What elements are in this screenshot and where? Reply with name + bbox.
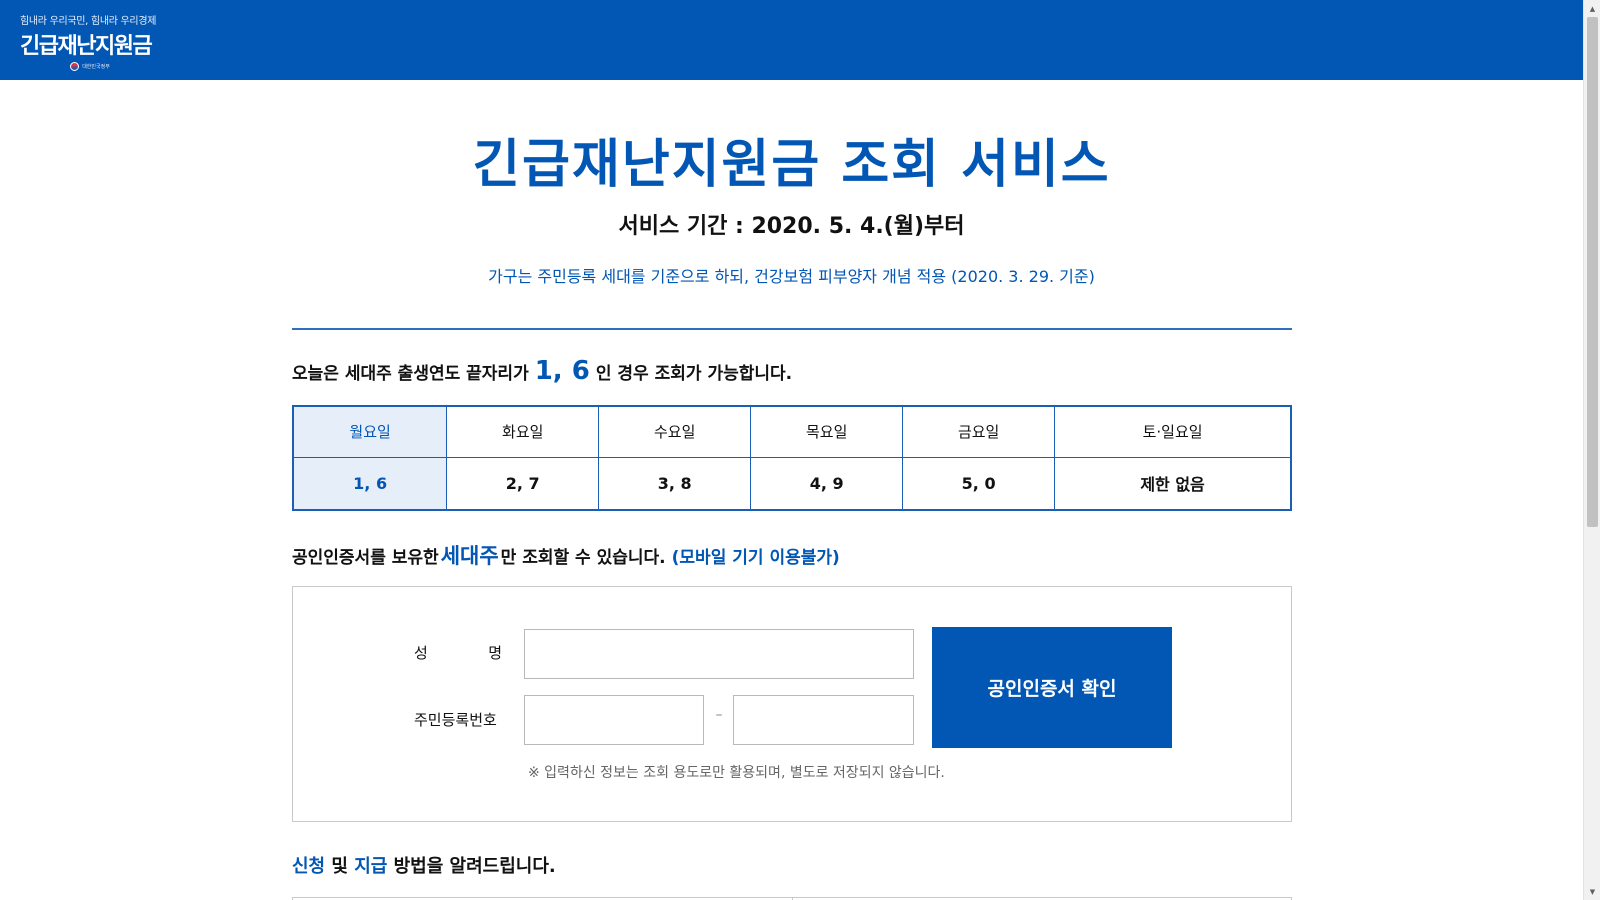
howto-heading: 신청 및 지급 방법을 알려드립니다. (292, 852, 556, 878)
cert-requirement: 공인인증서를 보유한 세대주 만 조회할 수 있습니다. (모바일 기기 이용불… (292, 540, 840, 570)
day-cell-weekend: 토·일요일 (1054, 405, 1292, 458)
howto-word-pay: 지급 (354, 856, 388, 877)
lookup-form: 성 명 주민등록번호 – 공인인증서 확인 ※ 입력하신 정보는 조회 용도로만… (292, 586, 1292, 822)
site-logo[interactable]: 힘내라 우리국민, 힘내라 우리경제 긴급재난지원금 대한민국정부 (20, 12, 160, 71)
cert-highlight: 세대주 (440, 544, 499, 568)
name-label-part1: 성 (414, 644, 428, 662)
digit-cell-weekend: 제한 없음 (1054, 456, 1292, 511)
page: 힘내라 우리국민, 힘내라 우리경제 긴급재난지원금 대한민국정부 긴급재난지원… (0, 0, 1583, 900)
digit-cell-thu: 4, 9 (750, 456, 904, 511)
digit-cell-tue: 2, 7 (446, 456, 600, 511)
howto-word-apply: 신청 (292, 856, 326, 877)
privacy-note: ※ 입력하신 정보는 조회 용도로만 활용되며, 별도로 저장되지 않습니다. (528, 765, 945, 781)
table-row: 월요일 화요일 수요일 목요일 금요일 토·일요일 (292, 405, 1292, 458)
today-suffix: 인 경우 조회가 가능합니다. (595, 364, 793, 384)
today-prefix: 오늘은 세대주 출생연도 끝자리가 (292, 364, 529, 384)
rrn-back-input[interactable] (733, 695, 914, 745)
day-cell-fri: 금요일 (902, 405, 1056, 458)
gov-mark: 대한민국정부 (20, 62, 160, 71)
weekday-schedule-table: 월요일 화요일 수요일 목요일 금요일 토·일요일 1, 6 2, 7 3, 8… (292, 405, 1292, 511)
table-row: 1, 6 2, 7 3, 8 4, 9 5, 0 제한 없음 (292, 456, 1292, 511)
scroll-up-arrow-icon[interactable]: ▲ (1584, 0, 1600, 17)
page-title: 긴급재난지원금 조회 서비스 (472, 135, 1111, 195)
service-period: 서비스 기간 : 2020. 5. 4.(월)부터 (618, 214, 965, 239)
today-digits: 1, 6 (534, 356, 590, 386)
digit-cell-fri: 5, 0 (902, 456, 1056, 511)
logo-title: 긴급재난지원금 (20, 34, 153, 59)
logo-slogan: 힘내라 우리국민, 힘내라 우리경제 (20, 16, 157, 27)
howto-rest: 방법을 알려드립니다. (387, 856, 556, 877)
howto-mid: 및 (325, 856, 355, 877)
digit-cell-mon: 1, 6 (292, 456, 448, 511)
cert-suffix: 만 조회할 수 있습니다. (500, 548, 666, 568)
vertical-scrollbar[interactable]: ▲ ▼ (1583, 0, 1600, 900)
cert-prefix: 공인인증서를 보유한 (292, 548, 439, 568)
taegeuk-emblem-icon (70, 62, 80, 71)
day-cell-mon: 월요일 (292, 405, 448, 458)
digit-cell-wed: 3, 8 (598, 456, 752, 511)
rrn-front-input[interactable] (524, 695, 704, 745)
cert-confirm-button[interactable]: 공인인증서 확인 (932, 627, 1172, 748)
section-divider (292, 328, 1292, 330)
name-input[interactable] (524, 629, 914, 679)
gov-text: 대한민국정부 (82, 64, 110, 70)
scroll-thumb[interactable] (1587, 17, 1598, 527)
rrn-label: 주민등록번호 (414, 711, 497, 729)
household-notice: 가구는 주민등록 세대를 기준으로 하되, 건강보험 피부양자 개념 적용 (2… (488, 267, 1095, 286)
day-cell-tue: 화요일 (446, 405, 600, 458)
today-eligibility: 오늘은 세대주 출생연도 끝자리가 1, 6 인 경우 조회가 가능합니다. (292, 356, 792, 386)
rrn-dash: – (715, 707, 723, 723)
scroll-down-arrow-icon[interactable]: ▼ (1584, 883, 1600, 900)
header-bar: 힘내라 우리국민, 힘내라 우리경제 긴급재난지원금 대한민국정부 (0, 0, 1583, 80)
day-cell-thu: 목요일 (750, 405, 904, 458)
mobile-unavailable: (모바일 기기 이용불가) (671, 548, 840, 568)
day-cell-wed: 수요일 (598, 405, 752, 458)
name-label: 성 명 (414, 642, 502, 663)
name-label-part2: 명 (488, 644, 502, 662)
